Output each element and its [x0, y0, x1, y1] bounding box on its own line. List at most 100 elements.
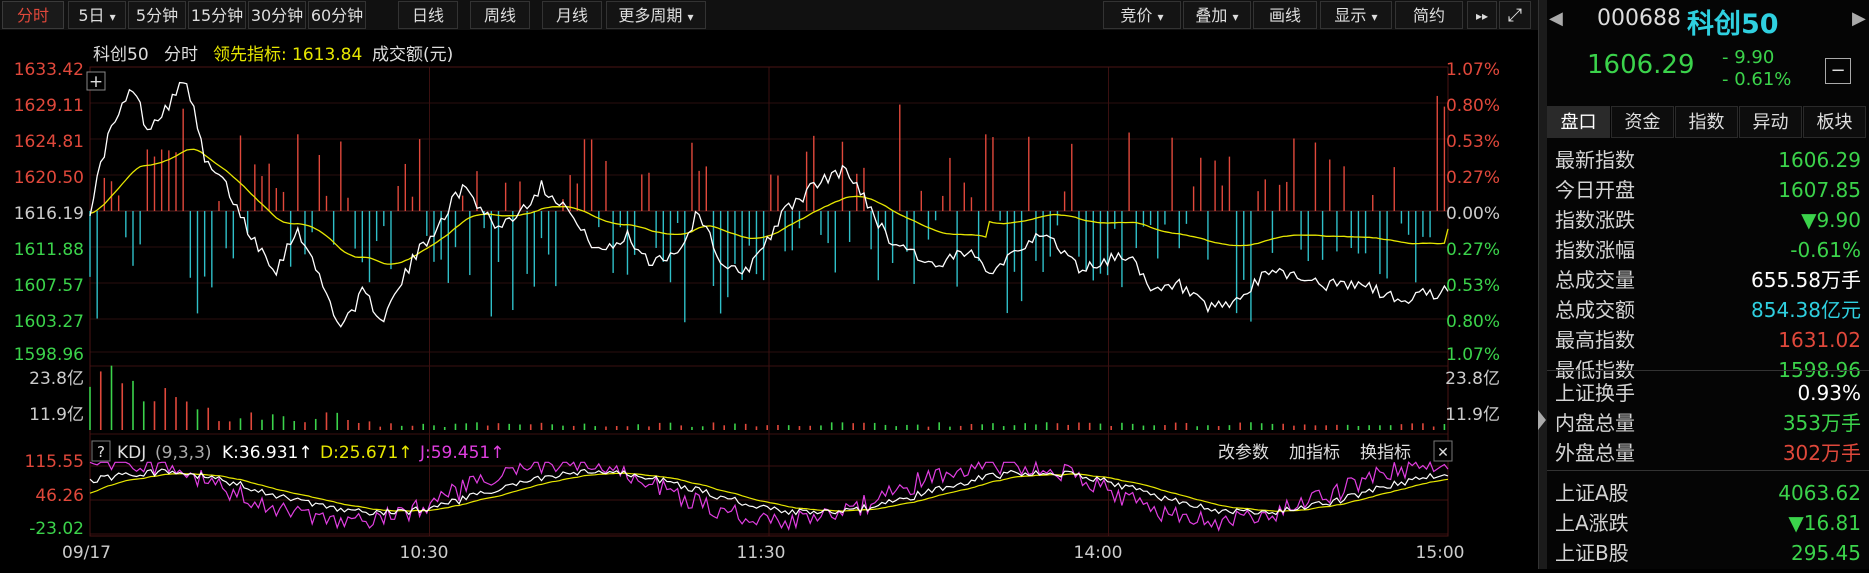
- auction-button[interactable]: 竞价 ▾: [1103, 1, 1181, 29]
- legend-lead-value: 1613.84: [292, 45, 362, 65]
- kdj-tick: -23.02: [29, 519, 84, 539]
- stat-value: -0.61%: [1790, 238, 1861, 262]
- chart-area: 科创50 分时 领先指标: 1613.84 成交额(元) + 1633.42 1…: [0, 30, 1538, 569]
- chevron-down-icon: ▾: [109, 10, 116, 24]
- tab-15min[interactable]: 15分钟: [188, 1, 246, 29]
- stat-label: 上A涨跌: [1555, 511, 1629, 535]
- stat-label: 总成交额: [1555, 298, 1635, 322]
- stat-unit: 亿元: [1821, 298, 1861, 322]
- pct-tick: 0.00%: [1446, 204, 1500, 224]
- time-tick: 14:00: [1074, 543, 1123, 563]
- price-tick: 1629.11: [14, 96, 84, 116]
- simple-button[interactable]: 简约: [1395, 1, 1463, 29]
- chevron-down-icon: ▾: [1157, 10, 1164, 24]
- stat-row: 外盘总量 302万手: [1555, 438, 1861, 468]
- pct-tick: 0.53%: [1446, 276, 1500, 296]
- stat-row: 上证A股 4063.62: [1555, 478, 1861, 508]
- edit-params-button[interactable]: 改参数: [1218, 443, 1269, 463]
- tab-5day[interactable]: 5日 ▾: [68, 1, 126, 29]
- tab-5min[interactable]: 5分钟: [128, 1, 186, 29]
- stat-row: 上A涨跌 ▼16.81: [1555, 508, 1861, 538]
- tab-monthly[interactable]: 月线: [542, 1, 602, 29]
- kdj-j-value: J:59.451↑: [419, 443, 504, 463]
- more-icon[interactable]: ▸▸: [1467, 1, 1497, 29]
- stat-label: 上证B股: [1555, 541, 1629, 565]
- tab-movement[interactable]: 异动: [1739, 106, 1802, 138]
- tab-order-book[interactable]: 盘口: [1547, 106, 1610, 138]
- tab-weekly[interactable]: 周线: [470, 1, 530, 29]
- pct-tick: 0.80%: [1446, 96, 1500, 116]
- stat-label: 指数涨跌: [1555, 208, 1635, 232]
- chevron-down-icon: ▾: [687, 10, 694, 24]
- legend-name: 科创50: [93, 45, 149, 65]
- overlay-button[interactable]: 叠加 ▾: [1183, 1, 1251, 29]
- pct-tick: 0.27%: [1446, 168, 1500, 188]
- stat-row: 指数涨跌 ▼9.90: [1555, 205, 1861, 235]
- kdj-tick: 46.26: [35, 486, 84, 506]
- stat-value: 854.38亿元: [1751, 298, 1861, 322]
- price-axis-left: 1633.42 1629.11 1624.81 1620.50 1616.19 …: [14, 60, 84, 365]
- stat-value: 295.45: [1791, 541, 1861, 565]
- time-tick: 10:30: [400, 543, 449, 563]
- add-indicator-button[interactable]: 加指标: [1289, 443, 1340, 463]
- pct-tick: 1.07%: [1446, 345, 1500, 365]
- expand-arrow-icon[interactable]: [1538, 410, 1546, 430]
- divider: [1547, 370, 1869, 371]
- stat-value: ▼16.81: [1788, 511, 1861, 535]
- stat-value: ▼9.90: [1801, 208, 1861, 232]
- time-tick: 09/17: [62, 543, 111, 563]
- stat-row: 上证换手 0.93%: [1555, 378, 1861, 408]
- price-tick: 1603.27: [14, 312, 84, 332]
- more-periods-dropdown[interactable]: 更多周期 ▾: [606, 1, 706, 29]
- stat-label: 指数涨幅: [1555, 238, 1635, 262]
- switch-indicator-button[interactable]: 换指标: [1360, 443, 1411, 463]
- stat-value: 4063.62: [1778, 481, 1861, 505]
- stat-label: 最高指数: [1555, 328, 1635, 352]
- stat-row: 上证B股 295.45: [1555, 538, 1861, 568]
- chevron-down-icon: ▾: [1232, 10, 1239, 24]
- stat-value: 1607.85: [1778, 178, 1861, 202]
- stat-value: 302万手: [1782, 441, 1861, 465]
- stat-label: 最新指数: [1555, 148, 1635, 172]
- price-change: - 9.90: [1722, 47, 1775, 68]
- tab-timeshare[interactable]: 分时: [2, 1, 64, 29]
- time-tick: 11:30: [737, 543, 786, 563]
- collapse-icon[interactable]: −: [1825, 58, 1851, 84]
- pct-tick: 1.07%: [1446, 60, 1500, 80]
- stat-row: 总成交量 655.58万手: [1555, 265, 1861, 295]
- fullscreen-icon[interactable]: ⤢: [1499, 1, 1531, 29]
- pct-axis-right: 1.07% 0.80% 0.53% 0.27% 0.00% 0.27% 0.53…: [1446, 60, 1500, 365]
- prev-stock-icon[interactable]: ◀: [1549, 8, 1563, 29]
- price-tick: 1611.88: [14, 240, 84, 260]
- flow-bars: [89, 95, 1446, 323]
- legend-mode: 分时: [164, 45, 198, 65]
- kdj-name: KDJ: [117, 443, 146, 463]
- divider: [1547, 470, 1869, 471]
- volume-tick: 23.8亿: [1445, 369, 1500, 389]
- stock-code: 000688: [1597, 6, 1681, 31]
- stat-row: 今日开盘 1607.85: [1555, 175, 1861, 205]
- tab-index[interactable]: 指数: [1675, 106, 1738, 138]
- grid: [89, 66, 1449, 537]
- volume-bars: [89, 365, 1446, 430]
- stat-unit: 万手: [1821, 441, 1861, 465]
- display-button[interactable]: 显示 ▾: [1320, 1, 1392, 29]
- period-toolbar: 分时 5日 ▾ 5分钟 15分钟 30分钟 60分钟 日线 周线 月线 更多周期…: [0, 0, 1538, 30]
- tab-daily[interactable]: 日线: [398, 1, 458, 29]
- kdj-d-value: D:25.671↑: [320, 443, 413, 463]
- stat-row: 总成交额 854.38亿元: [1555, 295, 1861, 325]
- stat-label: 今日开盘: [1555, 178, 1635, 202]
- tab-60min[interactable]: 60分钟: [308, 1, 366, 29]
- tab-funds[interactable]: 资金: [1611, 106, 1674, 138]
- tab-sector[interactable]: 板块: [1803, 106, 1866, 138]
- volume-tick: 11.9亿: [29, 405, 84, 425]
- stat-label: 内盘总量: [1555, 411, 1635, 435]
- stat-label: 上证换手: [1555, 381, 1635, 405]
- help-glyph: ?: [97, 443, 105, 461]
- intraday-chart[interactable]: 科创50 分时 领先指标: 1613.84 成交额(元) + 1633.42 1…: [0, 30, 1538, 569]
- draw-button[interactable]: 画线: [1253, 1, 1317, 29]
- next-stock-icon[interactable]: ▶: [1852, 8, 1866, 29]
- legend-lead-label: 领先指标:: [213, 45, 287, 65]
- stat-unit: 万手: [1821, 268, 1861, 292]
- tab-30min[interactable]: 30分钟: [248, 1, 306, 29]
